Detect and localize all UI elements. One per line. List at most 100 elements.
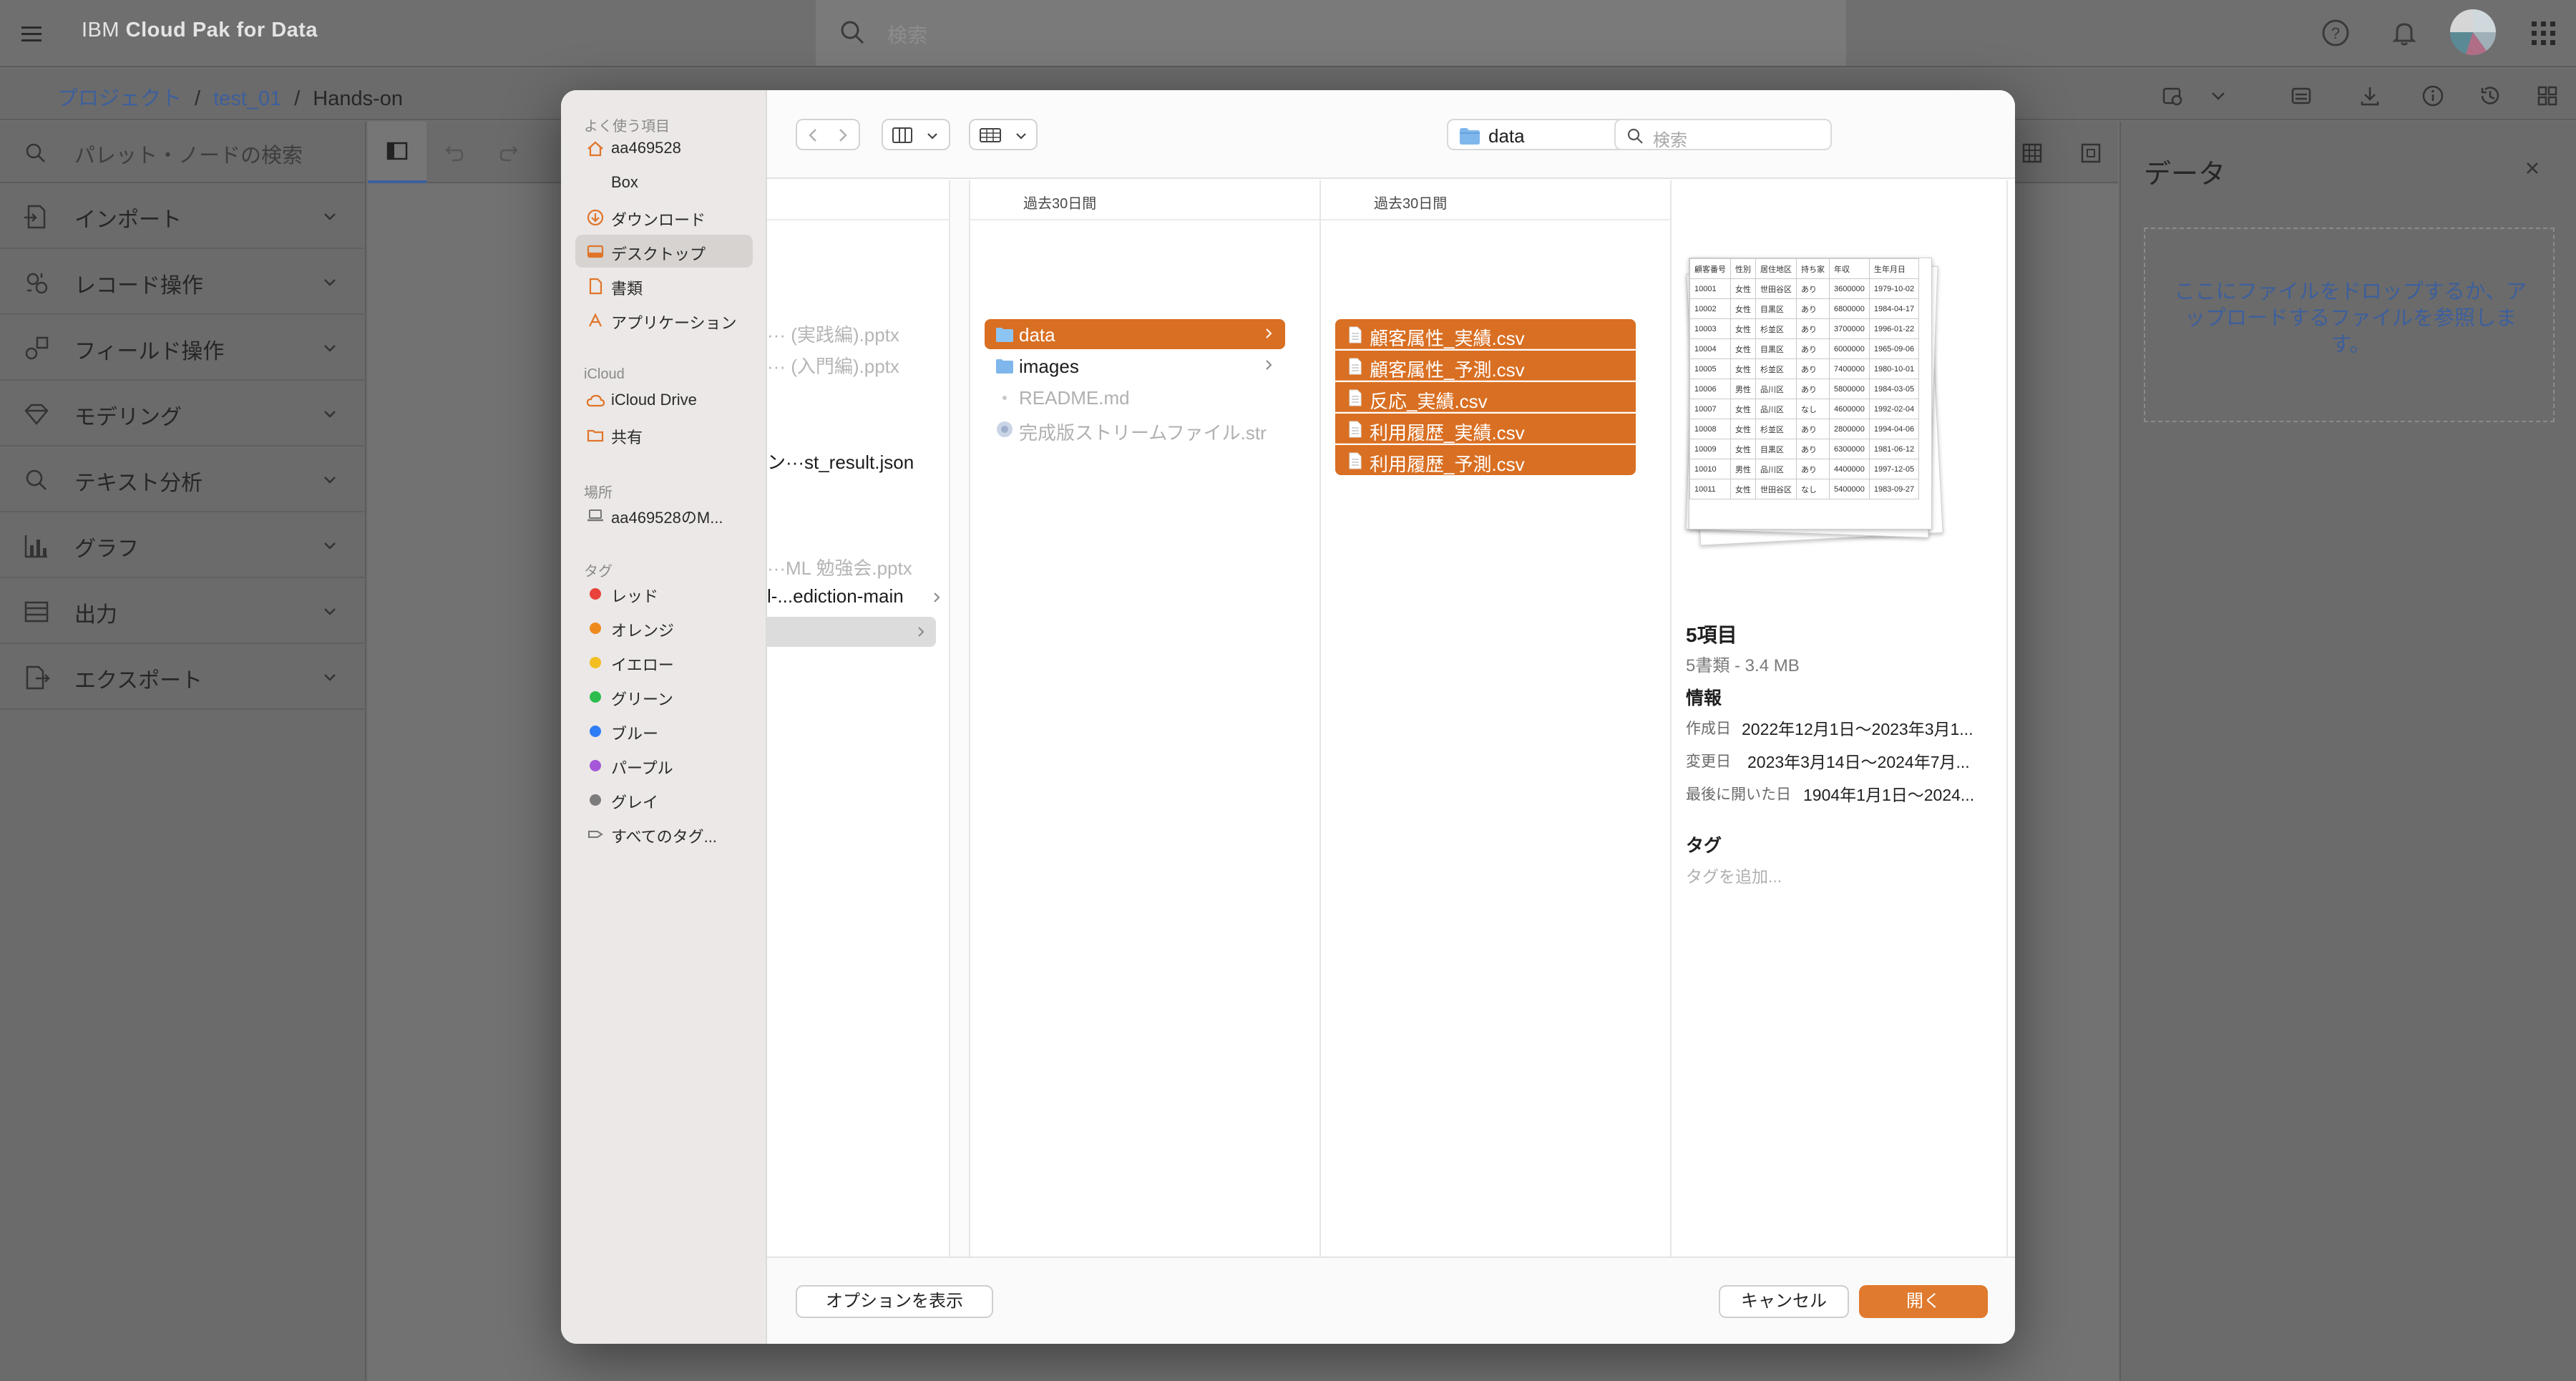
close-icon[interactable] bbox=[2522, 157, 2543, 179]
palette-search[interactable]: パレット・ノードの検索 bbox=[0, 122, 366, 183]
preview-cell: 10009 bbox=[1689, 439, 1731, 459]
palette-category-import[interactable]: インポート bbox=[0, 183, 366, 249]
preview-cell: 3700000 bbox=[1829, 318, 1870, 339]
sidebar-item-home[interactable]: aa469528 bbox=[575, 132, 753, 165]
palette-category-field-ops[interactable]: フィールド操作 bbox=[0, 315, 366, 381]
sidebar-tag-orange[interactable]: オレンジ bbox=[575, 611, 753, 644]
palette-category-label: 出力 bbox=[74, 603, 117, 627]
history-icon[interactable] bbox=[2476, 82, 2504, 110]
sidebar-tag-red[interactable]: レッド bbox=[575, 577, 753, 610]
help-icon[interactable]: ? bbox=[2318, 16, 2353, 50]
sidebar-tag-blue[interactable]: ブルー bbox=[575, 714, 753, 747]
cancel-button[interactable]: キャンセル bbox=[1719, 1285, 1849, 1318]
chevron-down-icon bbox=[927, 133, 937, 140]
palette-category-modeling[interactable]: モデリング bbox=[0, 381, 366, 446]
chevron-down-icon bbox=[324, 674, 336, 681]
chevron-down-icon bbox=[324, 411, 336, 418]
palette-toggle-button[interactable] bbox=[368, 122, 426, 183]
back-icon[interactable] bbox=[803, 125, 824, 146]
csv-file-icon bbox=[1349, 421, 1362, 438]
document-icon bbox=[589, 278, 602, 295]
preview-header-cell: 生年月日 bbox=[1868, 258, 1920, 279]
view-mode-button[interactable] bbox=[882, 119, 950, 150]
add-tags-field[interactable]: タグを追加... bbox=[1686, 863, 1782, 887]
sidebar-item-shared[interactable]: 共有 bbox=[575, 418, 753, 451]
palette-category-graphs[interactable]: グラフ bbox=[0, 512, 366, 578]
chevron-down-icon bbox=[1016, 133, 1026, 140]
preview-cell: あり bbox=[1796, 379, 1830, 399]
file-item-csv[interactable]: 顧客属性_予測.csv bbox=[1335, 351, 1636, 381]
group-button[interactable] bbox=[969, 119, 1038, 150]
file-item-csv[interactable]: 利用履歴_実績.csv bbox=[1335, 414, 1636, 444]
sidebar-item-label: aa469528 bbox=[611, 139, 681, 157]
sidebar-item-macbook[interactable]: aa469528のM... bbox=[575, 498, 753, 531]
flow-icon[interactable] bbox=[2158, 82, 2187, 110]
tag-color-dot bbox=[590, 794, 601, 806]
chevron-down-icon[interactable] bbox=[2204, 82, 2233, 110]
folder-item-data[interactable]: data bbox=[985, 319, 1285, 349]
palette-category-export[interactable]: エクスポート bbox=[0, 644, 366, 710]
sidebar-item-icloud-drive[interactable]: iCloud Drive bbox=[575, 384, 753, 416]
sidebar-all-tags[interactable]: すべてのタグ... bbox=[575, 817, 753, 850]
app-title[interactable]: IBM Cloud Pak for Data bbox=[82, 19, 318, 42]
file-item[interactable]: ··· (実践編).pptx bbox=[767, 321, 899, 347]
folder-item[interactable]: l-...ediction-main bbox=[767, 585, 904, 607]
redo-icon[interactable] bbox=[498, 140, 524, 166]
sidebar-item-box[interactable]: Box bbox=[575, 166, 753, 199]
file-preview-thumbnail: 顧客番号 性別 居住地区 持ち家 年収 生年月日 10001 女性 世田谷区 あり 3600000 1… bbox=[1683, 248, 1949, 620]
data-panel-icon[interactable] bbox=[2533, 82, 2562, 110]
file-name: 利用履歴_実績.csv bbox=[1370, 422, 1525, 444]
sidebar-item-downloads[interactable]: ダウンロード bbox=[575, 200, 753, 233]
selected-folder-row[interactable] bbox=[767, 617, 936, 647]
sidebar-item-applications[interactable]: アプリケーション bbox=[575, 303, 753, 336]
file-item-csv[interactable]: 反応_実績.csv bbox=[1335, 382, 1636, 412]
download-icon[interactable] bbox=[2356, 82, 2384, 110]
preview-cell: 目黒区 bbox=[1755, 338, 1797, 359]
sidebar-tag-purple[interactable]: パープル bbox=[575, 748, 753, 781]
folder-item-images[interactable]: images bbox=[985, 351, 1285, 381]
home-icon bbox=[587, 141, 603, 157]
file-item[interactable]: ン···st_result.json bbox=[767, 448, 914, 474]
sidebar-tag-gray[interactable]: グレイ bbox=[575, 783, 753, 816]
forward-icon[interactable] bbox=[831, 125, 853, 146]
fit-to-view-icon[interactable] bbox=[2077, 139, 2105, 167]
palette-category-text-analytics[interactable]: テキスト分析 bbox=[0, 446, 366, 512]
file-item[interactable]: ··· (入門編).pptx bbox=[767, 352, 899, 379]
preview-cell: あり bbox=[1796, 459, 1830, 479]
sidebar-item-documents[interactable]: 書類 bbox=[575, 269, 753, 302]
sidebar-tag-yellow[interactable]: イエロー bbox=[575, 645, 753, 678]
sidebar-item-desktop[interactable]: デスクトップ bbox=[575, 235, 753, 268]
preview-cell: 2800000 bbox=[1829, 419, 1870, 439]
palette-category-output[interactable]: 出力 bbox=[0, 578, 366, 644]
palette-category-record-ops[interactable]: レコード操作 bbox=[0, 249, 366, 315]
open-button[interactable]: 開く bbox=[1859, 1285, 1988, 1318]
settings-icon[interactable] bbox=[2287, 82, 2316, 110]
app-switcher-icon[interactable] bbox=[2526, 16, 2560, 50]
tag-color-dot bbox=[590, 623, 601, 634]
icloud-heading: iCloud bbox=[584, 366, 625, 382]
user-avatar[interactable] bbox=[2450, 9, 2496, 55]
sidebar-item-label: iCloud Drive bbox=[611, 391, 697, 409]
file-item-csv[interactable]: 顧客属性_実績.csv bbox=[1335, 319, 1636, 349]
global-search[interactable]: 検索 bbox=[816, 0, 1846, 66]
sidebar-tag-green[interactable]: グリーン bbox=[575, 680, 753, 713]
file-item-csv[interactable]: 利用履歴_予測.csv bbox=[1335, 445, 1636, 475]
file-item[interactable]: ···ML 勉強会.pptx bbox=[767, 554, 912, 580]
breadcrumb-project-name[interactable]: test_01 bbox=[213, 87, 281, 110]
notification-icon[interactable] bbox=[2387, 16, 2421, 50]
preview-cell: 男性 bbox=[1730, 379, 1756, 399]
preview-cell: 1984-04-17 bbox=[1868, 298, 1920, 319]
file-drop-zone[interactable]: ここにファイルをドロップするか、アップロードするファイルを参照します。 bbox=[2144, 228, 2555, 422]
show-options-button[interactable]: オプションを表示 bbox=[796, 1285, 993, 1318]
last-opened-label: 最後に開いた日 bbox=[1686, 786, 1791, 803]
grid-view-icon[interactable] bbox=[2018, 139, 2046, 167]
sidebar-item-label: 書類 bbox=[611, 280, 643, 298]
breadcrumb-projects[interactable]: プロジェクト bbox=[57, 87, 182, 110]
chart-icon bbox=[24, 535, 47, 558]
info-icon[interactable] bbox=[2419, 82, 2447, 110]
preview-table-row: 10004 女性 目黒区 あり 6000000 1965-09-06 bbox=[1689, 338, 1920, 359]
undo-icon[interactable] bbox=[439, 140, 465, 166]
menu-icon[interactable] bbox=[17, 19, 46, 48]
preview-cell: 品川区 bbox=[1755, 379, 1797, 399]
dialog-search[interactable]: 検索 bbox=[1614, 119, 1832, 150]
